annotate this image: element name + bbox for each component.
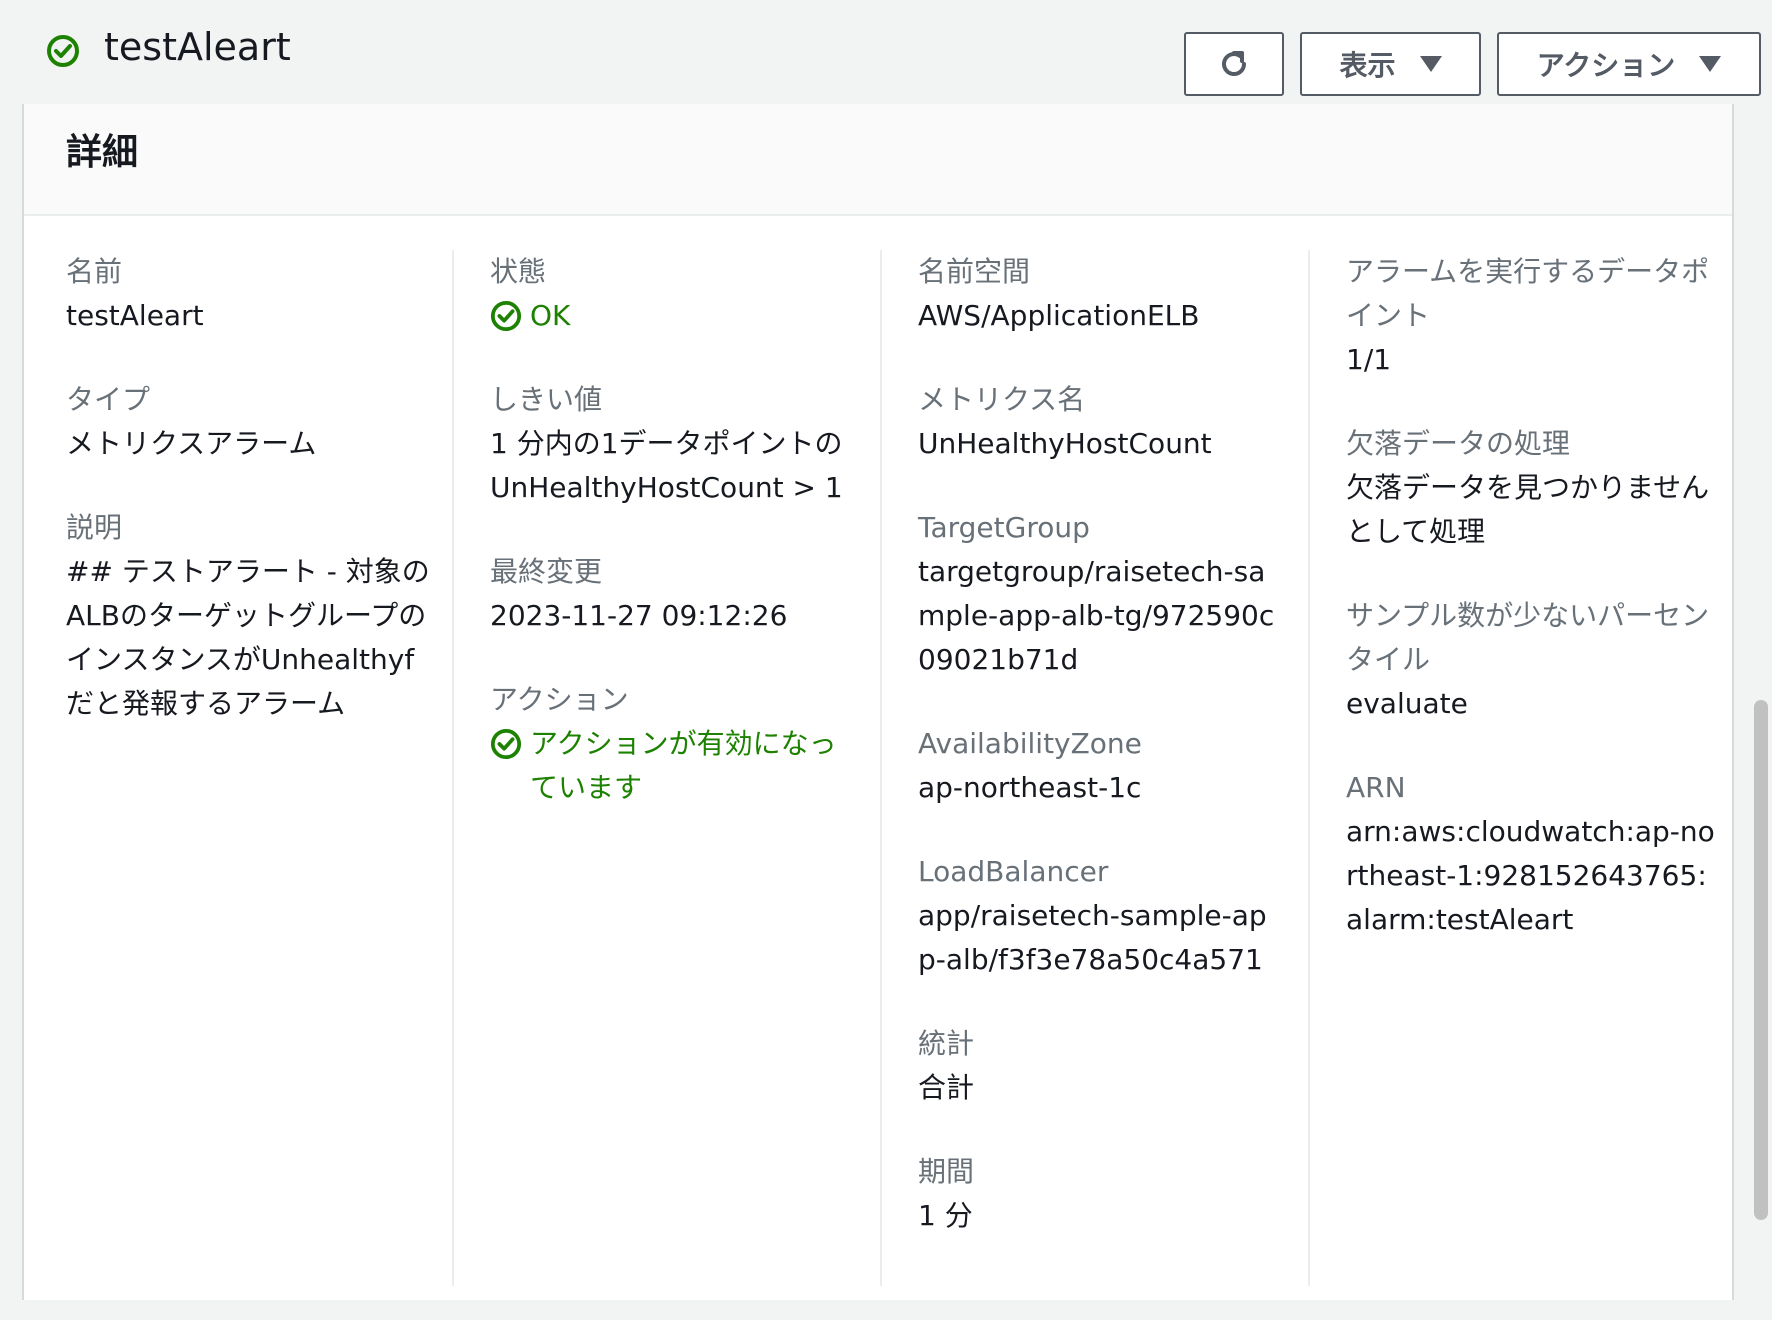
field-threshold: しきい値 1 分内の1データポイントのUnHealthyHostCount > …: [490, 378, 852, 510]
field-availability-zone: AvailabilityZone ap-northeast-1c: [918, 722, 1280, 810]
availability-zone-label: AvailabilityZone: [918, 727, 1142, 760]
field-last-modified: 最終変更 2023-11-27 09:12:26: [490, 550, 852, 638]
actions-field-label: アクション: [490, 683, 629, 716]
statistic-label: 統計: [918, 1027, 975, 1060]
target-group-value: targetgroup/raisetech-sample-app-alb-tg/…: [918, 555, 1275, 676]
name-value: testAleart: [66, 299, 204, 332]
refresh-button[interactable]: [1184, 32, 1284, 96]
page-header: testAleart 表示 アクション: [0, 0, 1772, 104]
metric-name-label: メトリクス名: [918, 383, 1086, 416]
details-column-2: 状態 OK しきい値 1 分内の1データポイントのUnHealthyHostCo…: [452, 250, 852, 1286]
threshold-label: しきい値: [490, 383, 603, 416]
details-column-4: アラームを実行するデータポイント 1/1 欠落データの処理 欠落データを見つかり…: [1308, 250, 1718, 1286]
field-load-balancer: LoadBalancer app/raisetech-sample-app-al…: [918, 850, 1280, 982]
statistic-value: 合計: [918, 1071, 975, 1104]
actions-status-value: アクションが有効になっています: [530, 727, 837, 804]
low-sample-value: evaluate: [1346, 687, 1468, 720]
type-value: メトリクスアラーム: [66, 427, 317, 460]
metric-name-value: UnHealthyHostCount: [918, 427, 1212, 460]
actions-status: アクションが有効になっています: [490, 722, 852, 810]
check-circle-icon: [490, 728, 522, 760]
details-column-1: 名前 testAleart タイプ メトリクスアラーム 説明 ## テストアラー…: [66, 250, 436, 1286]
field-state: 状態 OK: [490, 250, 852, 338]
details-title: 詳細: [66, 132, 139, 173]
state-label: 状態: [490, 255, 547, 288]
missing-data-label: 欠落データの処理: [1346, 427, 1571, 460]
field-type: タイプ メトリクスアラーム: [66, 378, 436, 466]
period-label: 期間: [918, 1155, 975, 1188]
check-circle-icon: [47, 35, 79, 67]
load-balancer-value: app/raisetech-sample-app-alb/f3f3e78a50c…: [918, 899, 1267, 976]
vertical-scrollbar[interactable]: [1754, 700, 1768, 1220]
field-missing-data: 欠落データの処理 欠落データを見つかりませんとして処理: [1346, 422, 1718, 554]
field-metric-name: メトリクス名 UnHealthyHostCount: [918, 378, 1280, 466]
datapoints-label: アラームを実行するデータポイント: [1346, 255, 1710, 332]
caret-down-icon: [1419, 56, 1442, 72]
details-panel-header: 詳細: [24, 104, 1732, 216]
period-value: 1 分: [918, 1199, 973, 1232]
display-dropdown-button[interactable]: 表示: [1300, 32, 1481, 96]
actions-label: アクション: [1536, 49, 1676, 82]
field-statistic: 統計 合計: [918, 1022, 1280, 1110]
field-namespace: 名前空間 AWS/ApplicationELB: [918, 250, 1280, 338]
display-label: 表示: [1339, 49, 1396, 82]
actions-dropdown-button[interactable]: アクション: [1497, 32, 1761, 96]
last-modified-label: 最終変更: [490, 555, 603, 588]
page-title: testAleart: [104, 25, 291, 69]
details-column-3: 名前空間 AWS/ApplicationELB メトリクス名 UnHealthy…: [880, 250, 1280, 1286]
field-actions: アクション アクションが有効になっています: [490, 678, 852, 810]
details-panel: 詳細 名前 testAleart タイプ メトリクスアラーム 説明 ## テスト…: [22, 104, 1734, 1300]
field-arn: ARN arn:aws:cloudwatch:ap-northeast-1:92…: [1346, 766, 1718, 942]
low-sample-label: サンプル数が少ないパーセンタイル: [1346, 599, 1710, 676]
missing-data-value: 欠落データを見つかりませんとして処理: [1346, 471, 1710, 548]
state-value: OK: [530, 299, 571, 332]
caret-down-icon: [1699, 56, 1722, 72]
field-target-group: TargetGroup targetgroup/raisetech-sample…: [918, 506, 1280, 682]
threshold-value: 1 分内の1データポイントのUnHealthyHostCount > 1: [490, 427, 843, 504]
target-group-label: TargetGroup: [918, 511, 1090, 544]
arn-label: ARN: [1346, 771, 1406, 804]
last-modified-value: 2023-11-27 09:12:26: [490, 599, 788, 632]
field-description: 説明 ## テストアラート - 対象のALBのターゲットグループのインスタンスが…: [66, 506, 436, 726]
availability-zone-value: ap-northeast-1c: [918, 771, 1142, 804]
arn-value: arn:aws:cloudwatch:ap-northeast-1:928152…: [1346, 815, 1715, 936]
refresh-icon: [1222, 51, 1246, 76]
state-status: OK: [490, 294, 852, 338]
description-value: ## テストアラート - 対象のALBのターゲットグループのインスタンスがUnh…: [66, 555, 430, 720]
field-datapoints: アラームを実行するデータポイント 1/1: [1346, 250, 1718, 382]
field-low-sample-percentile: サンプル数が少ないパーセンタイル evaluate: [1346, 594, 1718, 726]
load-balancer-label: LoadBalancer: [918, 855, 1109, 888]
page-bottom-strip: [0, 1300, 1772, 1320]
check-circle-icon: [490, 300, 522, 332]
field-period: 期間 1 分: [918, 1150, 1280, 1238]
description-label: 説明: [66, 511, 123, 544]
type-label: タイプ: [66, 383, 151, 416]
datapoints-value: 1/1: [1346, 343, 1392, 376]
field-name: 名前 testAleart: [66, 250, 436, 338]
name-label: 名前: [66, 255, 123, 288]
namespace-label: 名前空間: [918, 255, 1031, 288]
namespace-value: AWS/ApplicationELB: [918, 299, 1200, 332]
